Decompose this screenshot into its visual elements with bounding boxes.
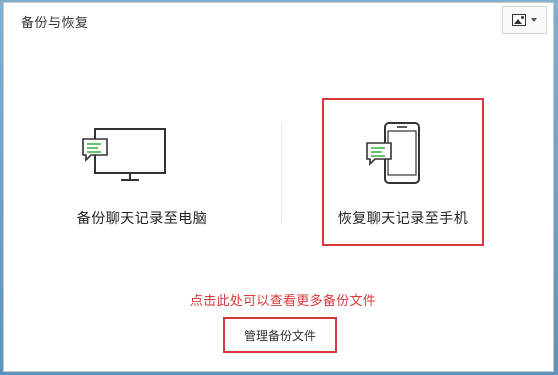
window-title: 备份与恢复 [21,16,89,31]
backup-to-pc-label: 备份聊天记录至电脑 [76,211,208,227]
backup-to-pc-option[interactable]: 备份聊天记录至电脑 [42,105,242,235]
phone-chat-icon [366,122,420,184]
manage-backup-files-button[interactable]: 管理备份文件 [223,317,337,353]
backup-restore-window: 备份与恢复 备份聊天记录至电脑 恢复聊天记录至手机 点击此处可以查看更多备份文件… [3,2,554,372]
picture-dropdown-button[interactable] [502,6,547,34]
options-divider [281,123,282,223]
restore-to-phone-option[interactable]: 恢复聊天记录至手机 [322,98,484,246]
desktop-background: 备份与恢复 备份聊天记录至电脑 恢复聊天记录至手机 点击此处可以查看更多备份文件… [0,0,558,375]
restore-to-phone-label: 恢复聊天记录至手机 [337,211,469,227]
monitor-chat-icon [82,128,166,181]
picture-icon [512,14,526,26]
more-backups-hint: 点击此处可以查看更多备份文件 [189,294,377,309]
chevron-down-icon [531,18,537,22]
